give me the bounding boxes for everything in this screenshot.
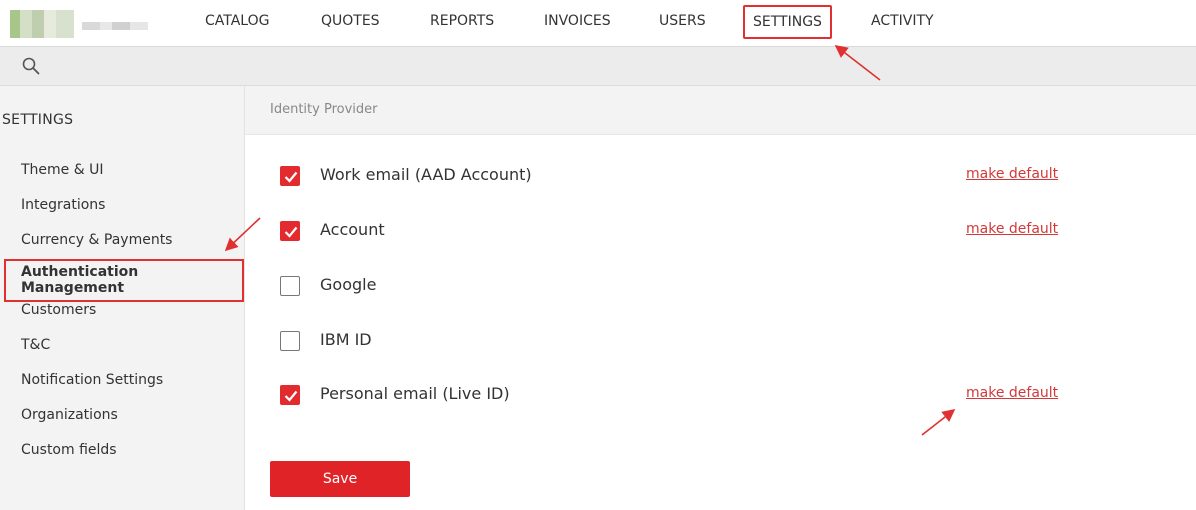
save-button[interactable]: Save [270,461,410,497]
provider-checkbox[interactable] [280,221,300,241]
top-nav: CATALOG QUOTES REPORTS INVOICES USERS SE… [0,0,1196,47]
sidebar-item-customers[interactable]: Customers [21,302,96,318]
nav-users[interactable]: USERS [659,0,706,46]
nav-activity[interactable]: ACTIVITY [871,0,934,46]
sidebar-item-notification-settings[interactable]: Notification Settings [21,372,163,388]
sidebar-title: SETTINGS [2,112,74,128]
sidebar-item-custom-fields[interactable]: Custom fields [21,442,117,458]
make-default-link[interactable]: make default [966,221,1058,237]
sidebar-item-integrations[interactable]: Integrations [21,197,105,213]
sidebar-item-authentication-management[interactable]: Authentication Management [4,259,244,302]
provider-checkbox[interactable] [280,331,300,351]
section-title: Identity Provider [270,102,378,117]
logo-mark [10,10,74,38]
sidebar-item-organizations[interactable]: Organizations [21,407,118,423]
make-default-link[interactable]: make default [966,166,1058,182]
nav-reports[interactable]: REPORTS [430,0,494,46]
logo[interactable] [10,10,150,38]
nav-settings[interactable]: SETTINGS [743,5,832,39]
settings-sidebar: SETTINGS Theme & UI Integrations Currenc… [0,86,245,510]
provider-label: Work email (AAD Account) [320,165,532,184]
nav-invoices[interactable]: INVOICES [544,0,611,46]
nav-catalog[interactable]: CATALOG [205,0,269,46]
search-icon[interactable] [22,57,40,75]
nav-quotes[interactable]: QUOTES [321,0,380,46]
sidebar-item-tc[interactable]: T&C [21,337,50,353]
provider-label: Google [320,275,377,294]
search-bar [0,47,1196,86]
logo-wordmark [82,22,148,30]
provider-label: Personal email (Live ID) [320,384,510,403]
provider-checkbox[interactable] [280,385,300,405]
provider-label: IBM ID [320,330,372,349]
sidebar-item-theme-ui[interactable]: Theme & UI [21,162,103,178]
provider-label: Account [320,220,385,239]
sidebar-item-currency-payments[interactable]: Currency & Payments [21,232,172,248]
identity-provider-panel: Work email (AAD Account) make default Ac… [245,135,1196,510]
provider-checkbox[interactable] [280,276,300,296]
section-header: Identity Provider [245,86,1196,135]
provider-checkbox[interactable] [280,166,300,186]
make-default-link[interactable]: make default [966,385,1058,401]
